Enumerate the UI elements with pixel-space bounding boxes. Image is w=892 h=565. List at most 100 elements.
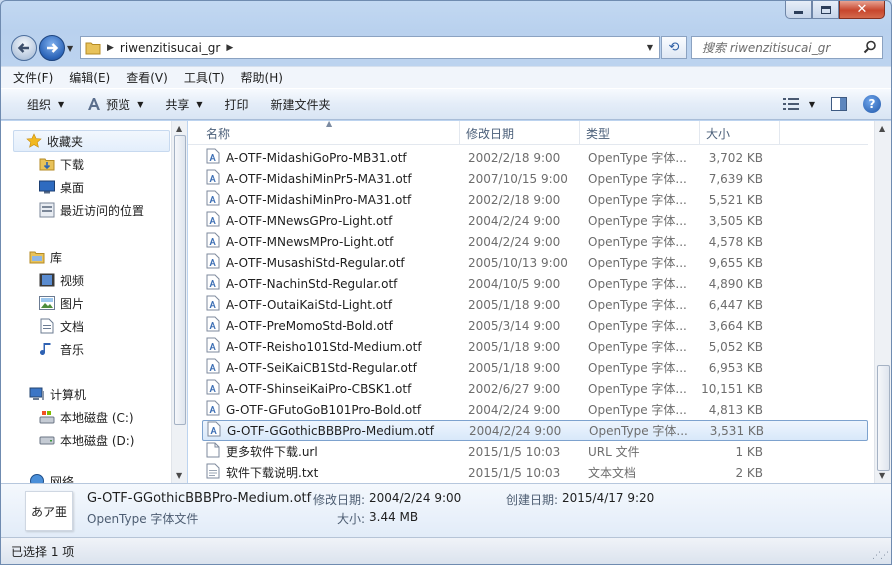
change-view-button[interactable]: ▼ (782, 98, 815, 110)
menu-tools[interactable]: 工具(T) (184, 69, 225, 86)
file-name-cell: A-OTF-ShinseiKaiPro-CBSK1.otf (202, 379, 453, 398)
file-row[interactable]: A-OTF-MusashiStd-Regular.otf 2005/10/13 9… (202, 252, 868, 273)
breadcrumb-folder[interactable]: riwenzitisucai_gr (120, 41, 220, 55)
file-size: 3,505 KB (708, 213, 763, 228)
column-date-modified[interactable]: 修改日期 (460, 121, 580, 145)
menu-edit[interactable]: 编辑(E) (69, 69, 110, 86)
nav-drive-d[interactable]: 本地磁盘 (D:) (39, 429, 134, 451)
star-icon (26, 133, 42, 149)
nav-pane-scroll-thumb[interactable] (174, 135, 186, 425)
column-name[interactable]: 名称 (188, 121, 460, 145)
new-folder-button[interactable]: 新建文件夹 (271, 96, 331, 113)
scroll-up-arrow-icon[interactable]: ▲ (879, 124, 885, 133)
file-row[interactable]: A-OTF-NachinStd-Regular.otf 2004/10/5 9:0… (202, 273, 868, 294)
font-icon (206, 211, 220, 230)
font-icon (206, 274, 220, 293)
nav-downloads[interactable]: 下载 (39, 153, 84, 175)
organize-button[interactable]: 组织 ▼ (27, 96, 64, 113)
nav-network[interactable]: 网络 (29, 473, 74, 483)
nav-computer[interactable]: 计算机 (29, 383, 86, 405)
font-thumbnail-text: あア亜 (30, 504, 67, 519)
file-size: 6,953 KB (708, 360, 763, 375)
column-type[interactable]: 类型 (580, 121, 700, 145)
file-list-scroll-thumb[interactable] (877, 365, 890, 471)
system-drive-icon (39, 409, 55, 425)
file-list: A-OTF-MidashiGoPro-MB31.otf 2002/2/18 9:0… (202, 147, 868, 483)
nav-drive-c[interactable]: 本地磁盘 (C:) (39, 406, 134, 428)
details-created-value: 2015/4/17 9:20 (562, 491, 655, 505)
file-row[interactable]: A-OTF-MidashiMinPro-MA31.otf 2002/2/18 9:… (202, 189, 868, 210)
close-button[interactable]: ✕ (839, 1, 885, 19)
file-row[interactable]: A-OTF-MNewsMPro-Light.otf 2004/2/24 9:00 O… (202, 231, 868, 252)
nav-videos[interactable]: 视频 (39, 269, 84, 291)
search-icon[interactable] (863, 40, 877, 54)
search-input[interactable] (692, 37, 852, 58)
navigation-pane: 收藏夹 下载 桌面 最近访问的位置 库 视频 图片 文档 音乐 计算机 本地磁盘… (1, 121, 187, 483)
preview-button[interactable]: 预览 ▼ (86, 96, 143, 113)
column-size[interactable]: 大小 (700, 121, 780, 145)
file-name-cell: A-OTF-NachinStd-Regular.otf (202, 274, 453, 293)
file-row[interactable]: A-OTF-Reisho101Std-Medium.otf 2005/1/18 9… (202, 336, 868, 357)
breadcrumb-chevron-icon[interactable]: ▶ (226, 43, 233, 53)
forward-button[interactable] (39, 35, 65, 61)
address-history-dropdown[interactable]: ▼ (647, 43, 653, 52)
file-row[interactable]: A-OTF-SeiKaiCB1Std-Regular.otf 2005/1/18 … (202, 357, 868, 378)
details-size-value: 3.44 MB (369, 510, 419, 524)
menu-view[interactable]: 查看(V) (126, 69, 168, 86)
file-list-pane: ▲ 名称 修改日期 类型 大小 A-OTF-MidashiGoPro-MB31.… (188, 119, 891, 483)
file-row[interactable]: A-OTF-PreMomoStd-Bold.otf 2005/3/14 9:00 O… (202, 315, 868, 336)
share-button[interactable]: 共享 ▼ (165, 96, 202, 113)
nav-libraries[interactable]: 库 (29, 246, 62, 268)
file-name: A-OTF-PreMomoStd-Bold.otf (226, 318, 393, 333)
file-type: OpenType 字体... (588, 235, 687, 249)
file-size: 3,702 KB (708, 150, 763, 165)
menu-help[interactable]: 帮助(H) (241, 69, 283, 86)
scroll-down-arrow-icon[interactable]: ▼ (176, 471, 182, 480)
file-size: 2 KB (735, 465, 763, 480)
file-row[interactable]: G-OTF-GFutoGoB101Pro-Bold.otf 2004/2/24 9… (202, 399, 868, 420)
file-name-cell: A-OTF-Reisho101Std-Medium.otf (202, 337, 453, 356)
file-name-cell: A-OTF-MidashiGoPro-MB31.otf (202, 148, 453, 167)
menu-bar: 文件(F) 编辑(E) 查看(V) 工具(T) 帮助(H) (1, 66, 891, 88)
share-label: 共享 (165, 97, 190, 112)
file-type: OpenType 字体... (588, 361, 687, 375)
recent-pages-dropdown[interactable]: ▼ (67, 44, 73, 53)
nav-documents[interactable]: 文档 (39, 315, 84, 337)
file-row[interactable]: 更多软件下载.url 2015/1/5 10:03 URL 文件 1 KB (202, 441, 868, 462)
print-button[interactable]: 打印 (225, 96, 249, 113)
back-button[interactable] (11, 35, 37, 61)
address-bar[interactable]: ▶ riwenzitisucai_gr ▶ ▼ (80, 36, 660, 59)
resize-grip-icon[interactable]: ⋰⋰ (872, 551, 889, 561)
minimize-button[interactable] (785, 1, 812, 19)
maximize-button[interactable] (812, 1, 839, 19)
file-row[interactable]: 软件下载说明.txt 2015/1/5 10:03 文本文档 2 KB (202, 462, 868, 483)
file-row[interactable]: A-OTF-ShinseiKaiPro-CBSK1.otf 2002/6/27 9… (202, 378, 868, 399)
nav-desktop[interactable]: 桌面 (39, 176, 84, 198)
nav-pane-scrollbar[interactable]: ▲ ▼ (171, 121, 187, 483)
scroll-down-arrow-icon[interactable]: ▼ (879, 471, 885, 480)
column-name-label: 名称 (206, 126, 231, 141)
details-file-name: G-OTF-GGothicBBBPro-Medium.otf (87, 491, 312, 506)
nav-favorites[interactable]: 收藏夹 (13, 130, 170, 152)
file-row[interactable]: A-OTF-MidashiGoPro-MB31.otf 2002/2/18 9:0… (202, 147, 868, 168)
file-name: A-OTF-OutaiKaiStd-Light.otf (226, 297, 393, 312)
preview-pane-button[interactable] (831, 97, 847, 111)
scroll-up-arrow-icon[interactable]: ▲ (176, 124, 182, 133)
nav-downloads-label: 下载 (60, 157, 85, 172)
nav-music[interactable]: 音乐 (39, 338, 84, 360)
details-view-icon (782, 98, 799, 110)
nav-recent-places[interactable]: 最近访问的位置 (39, 199, 144, 221)
file-row[interactable]: A-OTF-OutaiKaiStd-Light.otf 2005/1/18 9:0… (202, 294, 868, 315)
file-type: OpenType 字体... (589, 424, 688, 438)
file-list-scrollbar[interactable]: ▲ ▼ (874, 121, 891, 483)
file-row[interactable]: A-OTF-MidashiMinPr5-MA31.otf 2007/10/15 9… (202, 168, 868, 189)
file-date: 2015/1/5 10:03 (468, 444, 561, 459)
help-button[interactable]: ? (863, 95, 881, 113)
file-row[interactable]: G-OTF-GGothicBBBPro-Medium.otf 2004/2/24 … (202, 420, 868, 441)
menu-file[interactable]: 文件(F) (13, 69, 53, 86)
file-row[interactable]: A-OTF-MNewsGPro-Light.otf 2004/2/24 9:00 O… (202, 210, 868, 231)
file-name: 软件下载说明.txt (226, 466, 319, 480)
nav-pictures[interactable]: 图片 (39, 292, 84, 314)
refresh-button[interactable]: ⟲ (661, 36, 687, 59)
breadcrumb-separator-icon[interactable]: ▶ (107, 43, 114, 53)
